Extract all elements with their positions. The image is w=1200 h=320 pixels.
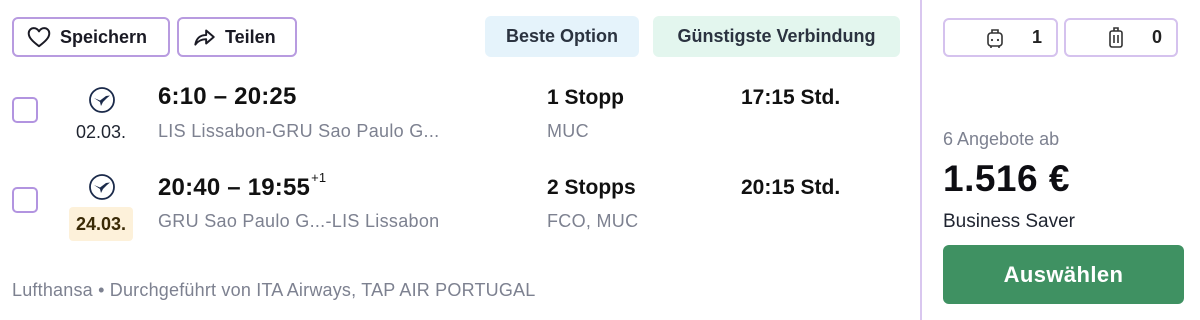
select-offer-button[interactable]: Auswählen <box>943 245 1184 304</box>
share-arrow-icon <box>194 29 215 46</box>
time-separator: – <box>220 174 248 201</box>
operating-carrier-info: Lufthansa • Durchgeführt von ITA Airways… <box>12 280 536 300</box>
checked-bag-selector[interactable]: 0 <box>1064 18 1178 57</box>
outbound-leg-checkbox[interactable] <box>12 97 38 123</box>
fare-name: Business Saver <box>943 211 1076 232</box>
return-times: 20:40 – 19:55+1 <box>158 170 326 202</box>
lufthansa-crane-icon <box>89 87 115 113</box>
return-duration: 20:15 Std. <box>741 176 841 199</box>
outbound-stopover-airports: MUC <box>547 121 589 141</box>
cheapest-connection-badge: Günstigste Verbindung <box>653 16 900 57</box>
return-stops: 2 Stopps <box>547 176 636 199</box>
lufthansa-crane-icon <box>89 174 115 200</box>
checked-bag-count: 0 <box>1151 27 1162 47</box>
cabin-bag-icon <box>987 28 1003 48</box>
outbound-stops: 1 Stopp <box>547 86 624 109</box>
outbound-route: LIS Lissabon-GRU Sao Paulo G... <box>158 121 440 141</box>
save-label: Speichern <box>60 26 148 47</box>
cabin-bag-count: 1 <box>1031 27 1042 47</box>
outbound-departure-time: 6:10 <box>158 83 207 110</box>
offers-count-label: 6 Angebote ab <box>943 129 1060 149</box>
outbound-duration: 17:15 Std. <box>741 86 841 109</box>
return-date-highlighted: 24.03. <box>69 207 133 241</box>
outbound-date: 02.03. <box>75 121 127 142</box>
time-separator: – <box>206 83 235 110</box>
best-option-badge: Beste Option <box>485 16 639 57</box>
day-offset-indicator: +1 <box>311 170 327 185</box>
checked-bag-icon <box>1109 26 1123 48</box>
heart-icon <box>27 27 51 48</box>
share-button[interactable]: Teilen <box>177 17 297 57</box>
return-stopover-airports: FCO, MUC <box>547 211 639 231</box>
save-button[interactable]: Speichern <box>12 17 170 57</box>
outbound-arrival-time: 20:25 <box>234 83 297 110</box>
return-leg-checkbox[interactable] <box>12 187 38 213</box>
outbound-times: 6:10 – 20:25 <box>158 83 297 111</box>
cabin-bag-selector[interactable]: 1 <box>943 18 1058 57</box>
return-route: GRU Sao Paulo G...-LIS Lissabon <box>158 211 440 231</box>
flight-result-card: Speichern Teilen Beste Option Günstigste… <box>0 0 920 320</box>
price-panel: 1 0 6 Angebote ab 1.516 € Business Saver… <box>922 0 1200 320</box>
return-departure-time: 20:40 <box>158 174 221 201</box>
share-label: Teilen <box>225 26 276 47</box>
price: 1.516 € <box>943 158 1070 199</box>
return-arrival-time: 19:55 <box>247 174 311 201</box>
